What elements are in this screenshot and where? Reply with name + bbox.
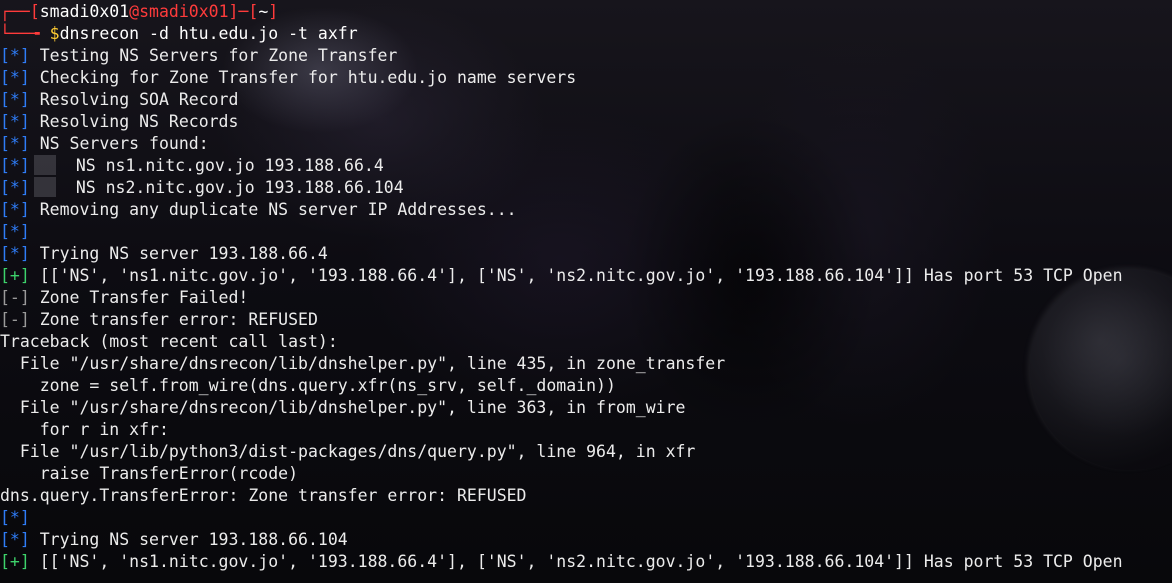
success-prefix: [+] — [0, 552, 30, 571]
output-text: Zone Transfer Failed! — [29, 288, 249, 307]
output-line: [+] [['NS', 'ns1.nitc.gov.jo', '193.188.… — [0, 265, 1123, 287]
output-line: raise TransferError(rcode) — [0, 463, 298, 485]
output-text: Trying NS server 193.188.66.104 — [29, 530, 348, 549]
output-line: [+] [['NS', 'ns1.nitc.gov.jo', '193.188.… — [0, 551, 1123, 573]
info-prefix: [*] — [0, 112, 30, 131]
command-text: dnsrecon -d htu.edu.jo -t axfr — [59, 24, 358, 43]
output-line: [*] — [0, 221, 30, 243]
output-text: File "/usr/share/dnsrecon/lib/dnshelper.… — [0, 354, 726, 373]
output-text: File "/usr/lib/python3/dist-packages/dns… — [0, 442, 696, 461]
info-prefix: [*] — [0, 134, 30, 153]
output-line: File "/usr/lib/python3/dist-packages/dns… — [0, 441, 696, 463]
output-text: raise TransferError(rcode) — [0, 464, 299, 483]
output-line: [-] Zone Transfer Failed! — [0, 287, 248, 309]
output-line: File "/usr/share/dnsrecon/lib/dnshelper.… — [0, 397, 686, 419]
output-line: for r in xfr: — [0, 419, 169, 441]
success-prefix: [+] — [0, 266, 30, 285]
info-prefix: [*] — [0, 244, 30, 263]
output-line: [*] NS ns2.nitc.gov.jo 193.188.66.104 — [0, 177, 404, 199]
prompt-lower-corner: └──╼ — [0, 24, 50, 43]
output-line: Traceback (most recent call last): — [0, 331, 338, 353]
redacted-block — [33, 177, 56, 197]
info-prefix: [*] — [0, 156, 30, 175]
output-text: Traceback (most recent call last): — [0, 332, 338, 351]
error-prefix: [-] — [0, 310, 30, 329]
output-text: [['NS', 'ns1.nitc.gov.jo', '193.188.66.4… — [29, 266, 1123, 285]
output-text: dns.query.TransferError: Zone transfer e… — [0, 486, 527, 505]
output-line: zone = self.from_wire(dns.query.xfr(ns_s… — [0, 375, 616, 397]
output-line: [*] NS Servers found: — [0, 133, 209, 155]
prompt-user: smadi0x01 — [39, 2, 130, 21]
output-text: Zone transfer error: REFUSED — [29, 310, 318, 329]
output-text: Removing any duplicate NS server IP Addr… — [29, 200, 517, 219]
info-prefix: [*] — [0, 200, 30, 219]
redacted-block — [33, 155, 56, 175]
info-prefix: [*] — [0, 68, 30, 87]
info-prefix: [*] — [0, 90, 30, 109]
output-line: [*] Resolving SOA Record — [0, 89, 238, 111]
info-prefix: [*] — [0, 508, 30, 527]
output-line: [*] Trying NS server 193.188.66.104 — [0, 529, 348, 551]
output-text: Resolving SOA Record — [29, 90, 239, 109]
output-text: NS ns1.nitc.gov.jo 193.188.66.4 — [75, 156, 384, 175]
output-text: NS Servers found: — [29, 134, 209, 153]
info-prefix: [*] — [0, 46, 30, 65]
output-line: dns.query.TransferError: Zone transfer e… — [0, 485, 527, 507]
output-text: File "/usr/share/dnsrecon/lib/dnshelper.… — [0, 398, 686, 417]
output-text: NS ns2.nitc.gov.jo 193.188.66.104 — [75, 178, 404, 197]
output-text: Testing NS Servers for Zone Transfer — [29, 46, 398, 65]
prompt-corner: ┌── — [0, 2, 30, 21]
output-text: zone = self.from_wire(dns.query.xfr(ns_s… — [0, 376, 616, 395]
output-line: [*] Removing any duplicate NS server IP … — [0, 199, 517, 221]
prompt-dollar: $ — [49, 24, 60, 43]
prompt-line: ┌──[smadi0x01@smadi0x01]─[~] — [0, 2, 279, 21]
info-prefix: [*] — [0, 178, 30, 197]
prompt-host: smadi0x01 — [139, 2, 229, 21]
output-line: [*] Resolving NS Records — [0, 111, 238, 133]
output-text: [['NS', 'ns1.nitc.gov.jo', '193.188.66.4… — [29, 552, 1123, 571]
info-prefix: [*] — [0, 530, 30, 549]
prompt-at: @ — [129, 2, 140, 21]
output-line: [*] Checking for Zone Transfer for htu.e… — [0, 67, 576, 89]
output-line: [-] Zone transfer error: REFUSED — [0, 309, 318, 331]
terminal-window[interactable]: ┌──[smadi0x01@smadi0x01]─[~] └──╼ $dnsre… — [0, 0, 1172, 583]
command-line[interactable]: └──╼ $dnsrecon -d htu.edu.jo -t axfr — [0, 23, 358, 45]
output-line: [*] NS ns1.nitc.gov.jo 193.188.66.4 — [0, 155, 384, 177]
output-line: [*] Testing NS Servers for Zone Transfer — [0, 45, 397, 67]
prompt-directory: ~ — [258, 2, 269, 21]
output-text: for r in xfr: — [0, 420, 169, 439]
output-text: Resolving NS Records — [29, 112, 239, 131]
output-text: Trying NS server 193.188.66.4 — [29, 244, 328, 263]
output-line: [*] Trying NS server 193.188.66.4 — [0, 243, 328, 265]
error-prefix: [-] — [0, 288, 30, 307]
output-line: File "/usr/share/dnsrecon/lib/dnshelper.… — [0, 353, 725, 375]
output-text: Checking for Zone Transfer for htu.edu.j… — [29, 68, 577, 87]
output-line: [*] — [0, 507, 30, 529]
info-prefix: [*] — [0, 222, 30, 241]
